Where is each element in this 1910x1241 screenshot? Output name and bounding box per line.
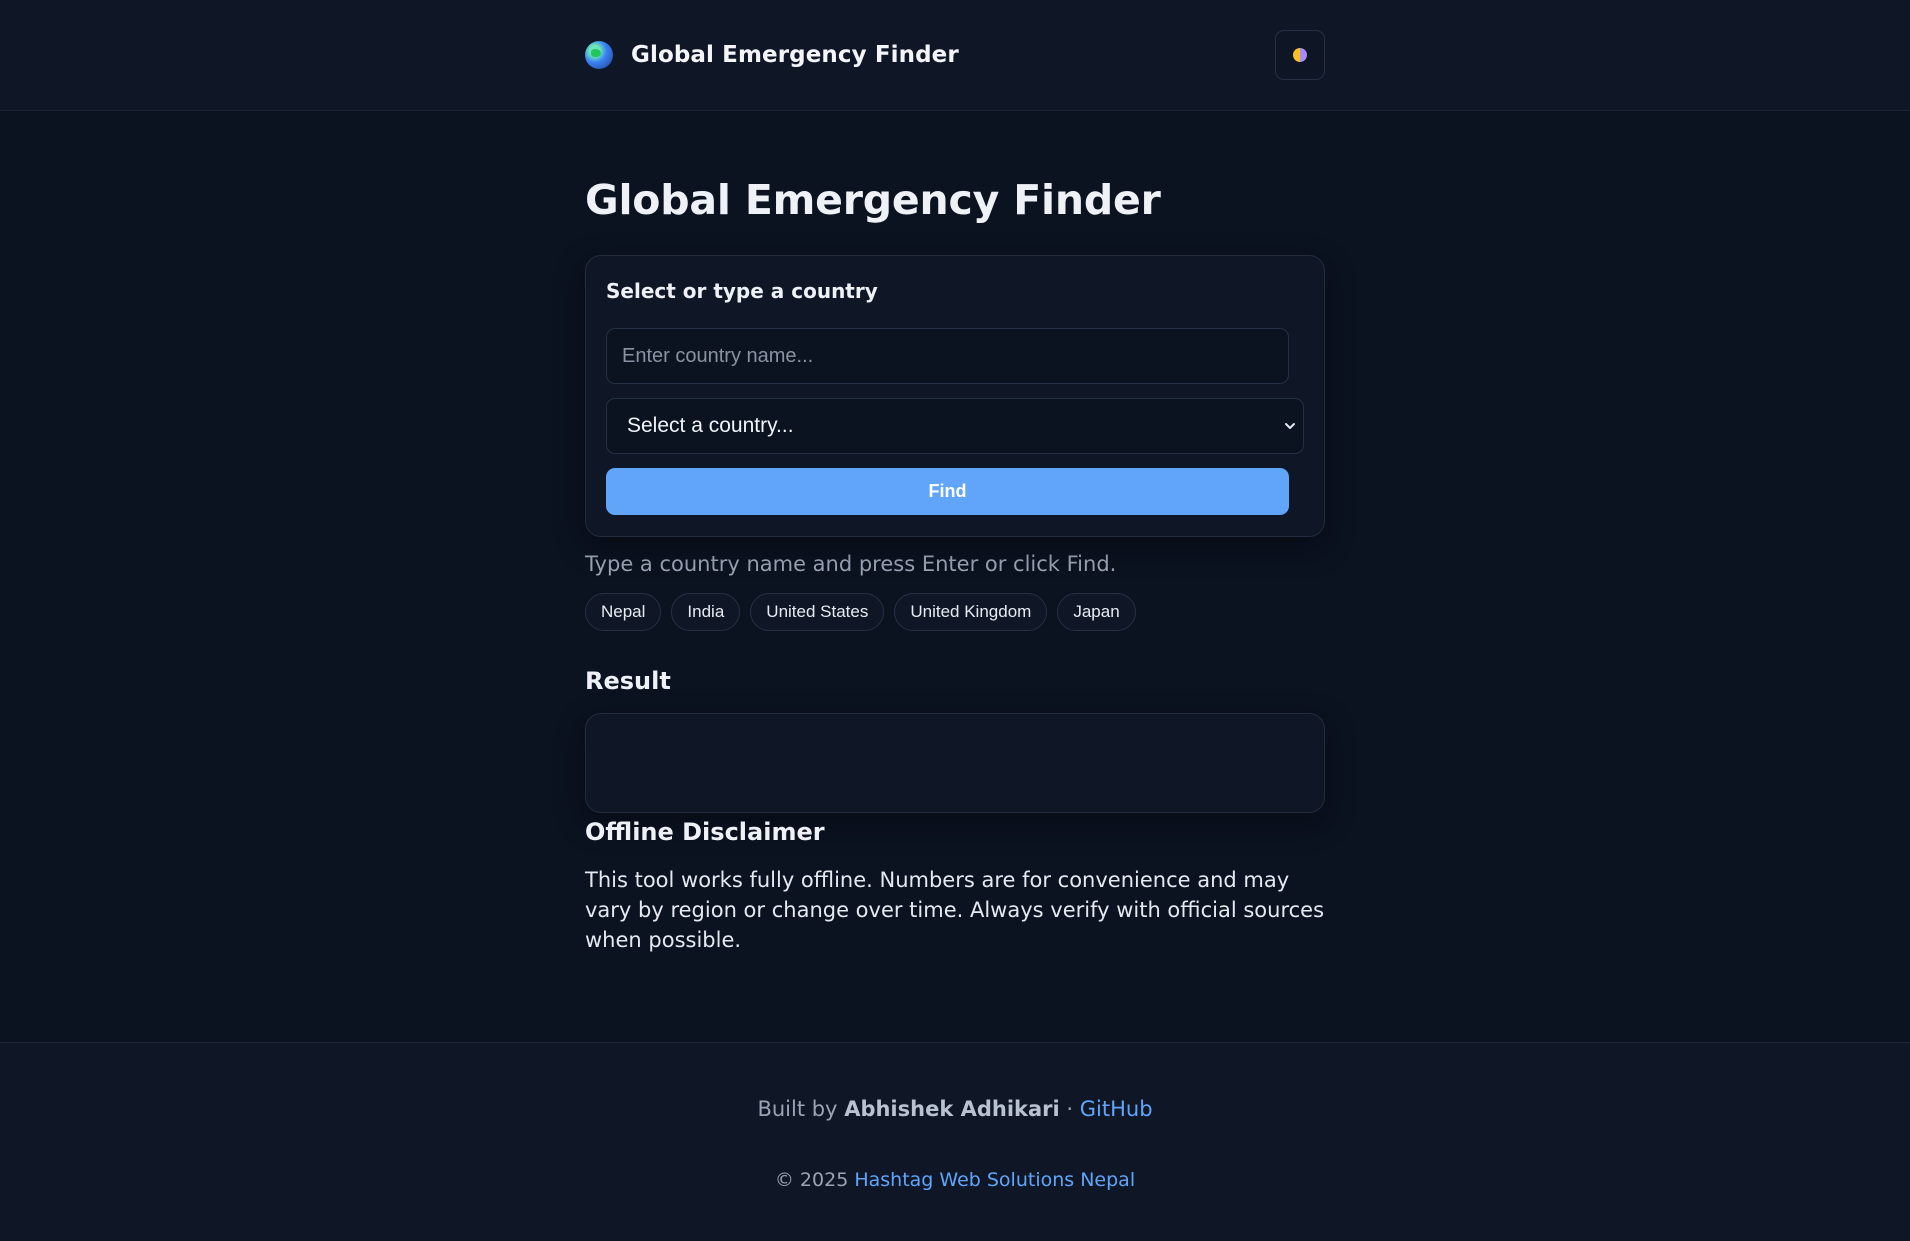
site-header: Global Emergency Finder xyxy=(0,0,1910,111)
find-button[interactable]: Find xyxy=(606,468,1289,515)
country-select-value: Select a country... xyxy=(627,414,794,437)
search-card: Select or type a country Select a countr… xyxy=(585,255,1325,537)
footer-separator: · xyxy=(1066,1097,1074,1121)
country-name-input[interactable] xyxy=(606,328,1289,384)
result-panel xyxy=(585,713,1325,813)
chevron-down-icon xyxy=(1281,417,1299,435)
chip-united-states[interactable]: United States xyxy=(750,593,885,631)
copyright-text: © 2025 xyxy=(774,1169,849,1191)
brand[interactable]: Global Emergency Finder xyxy=(585,30,959,80)
chip-nepal[interactable]: Nepal xyxy=(585,593,662,631)
disclaimer-text: This tool works fully offline. Numbers a… xyxy=(585,868,1325,952)
site-footer: Built by Abhishek Adhikari · GitHub © 20… xyxy=(0,1042,1910,1241)
header-inner: Global Emergency Finder xyxy=(585,30,1325,80)
result-heading: Result xyxy=(585,667,671,695)
built-by-prefix: Built by xyxy=(757,1097,838,1121)
author-name: Abhishek Adhikari xyxy=(844,1097,1060,1121)
brand-title: Global Emergency Finder xyxy=(631,42,959,68)
chip-united-kingdom[interactable]: United Kingdom xyxy=(894,593,1048,631)
footer-credits: Built by Abhishek Adhikari · GitHub xyxy=(0,1097,1910,1121)
quick-country-chips: Nepal India United States United Kingdom… xyxy=(585,593,1325,631)
theme-toggle-button[interactable] xyxy=(1275,30,1325,80)
chip-japan[interactable]: Japan xyxy=(1057,593,1136,631)
theme-icon xyxy=(1293,48,1307,62)
chip-india[interactable]: India xyxy=(671,593,741,631)
github-link[interactable]: GitHub xyxy=(1080,1097,1153,1121)
disclaimer-heading: Offline Disclaimer xyxy=(585,818,825,846)
company-link[interactable]: Hashtag Web Solutions Nepal xyxy=(854,1169,1135,1191)
globe-icon xyxy=(585,41,613,69)
search-hint: Type a country name and press Enter or c… xyxy=(585,552,1117,576)
country-select[interactable]: Select a country... xyxy=(606,398,1304,454)
search-card-label: Select or type a country xyxy=(606,279,878,303)
page-title: Global Emergency Finder xyxy=(585,176,1161,224)
main-content: Global Emergency Finder Select or type a… xyxy=(585,111,1325,955)
footer-copyright: © 2025 Hashtag Web Solutions Nepal xyxy=(0,1169,1910,1191)
